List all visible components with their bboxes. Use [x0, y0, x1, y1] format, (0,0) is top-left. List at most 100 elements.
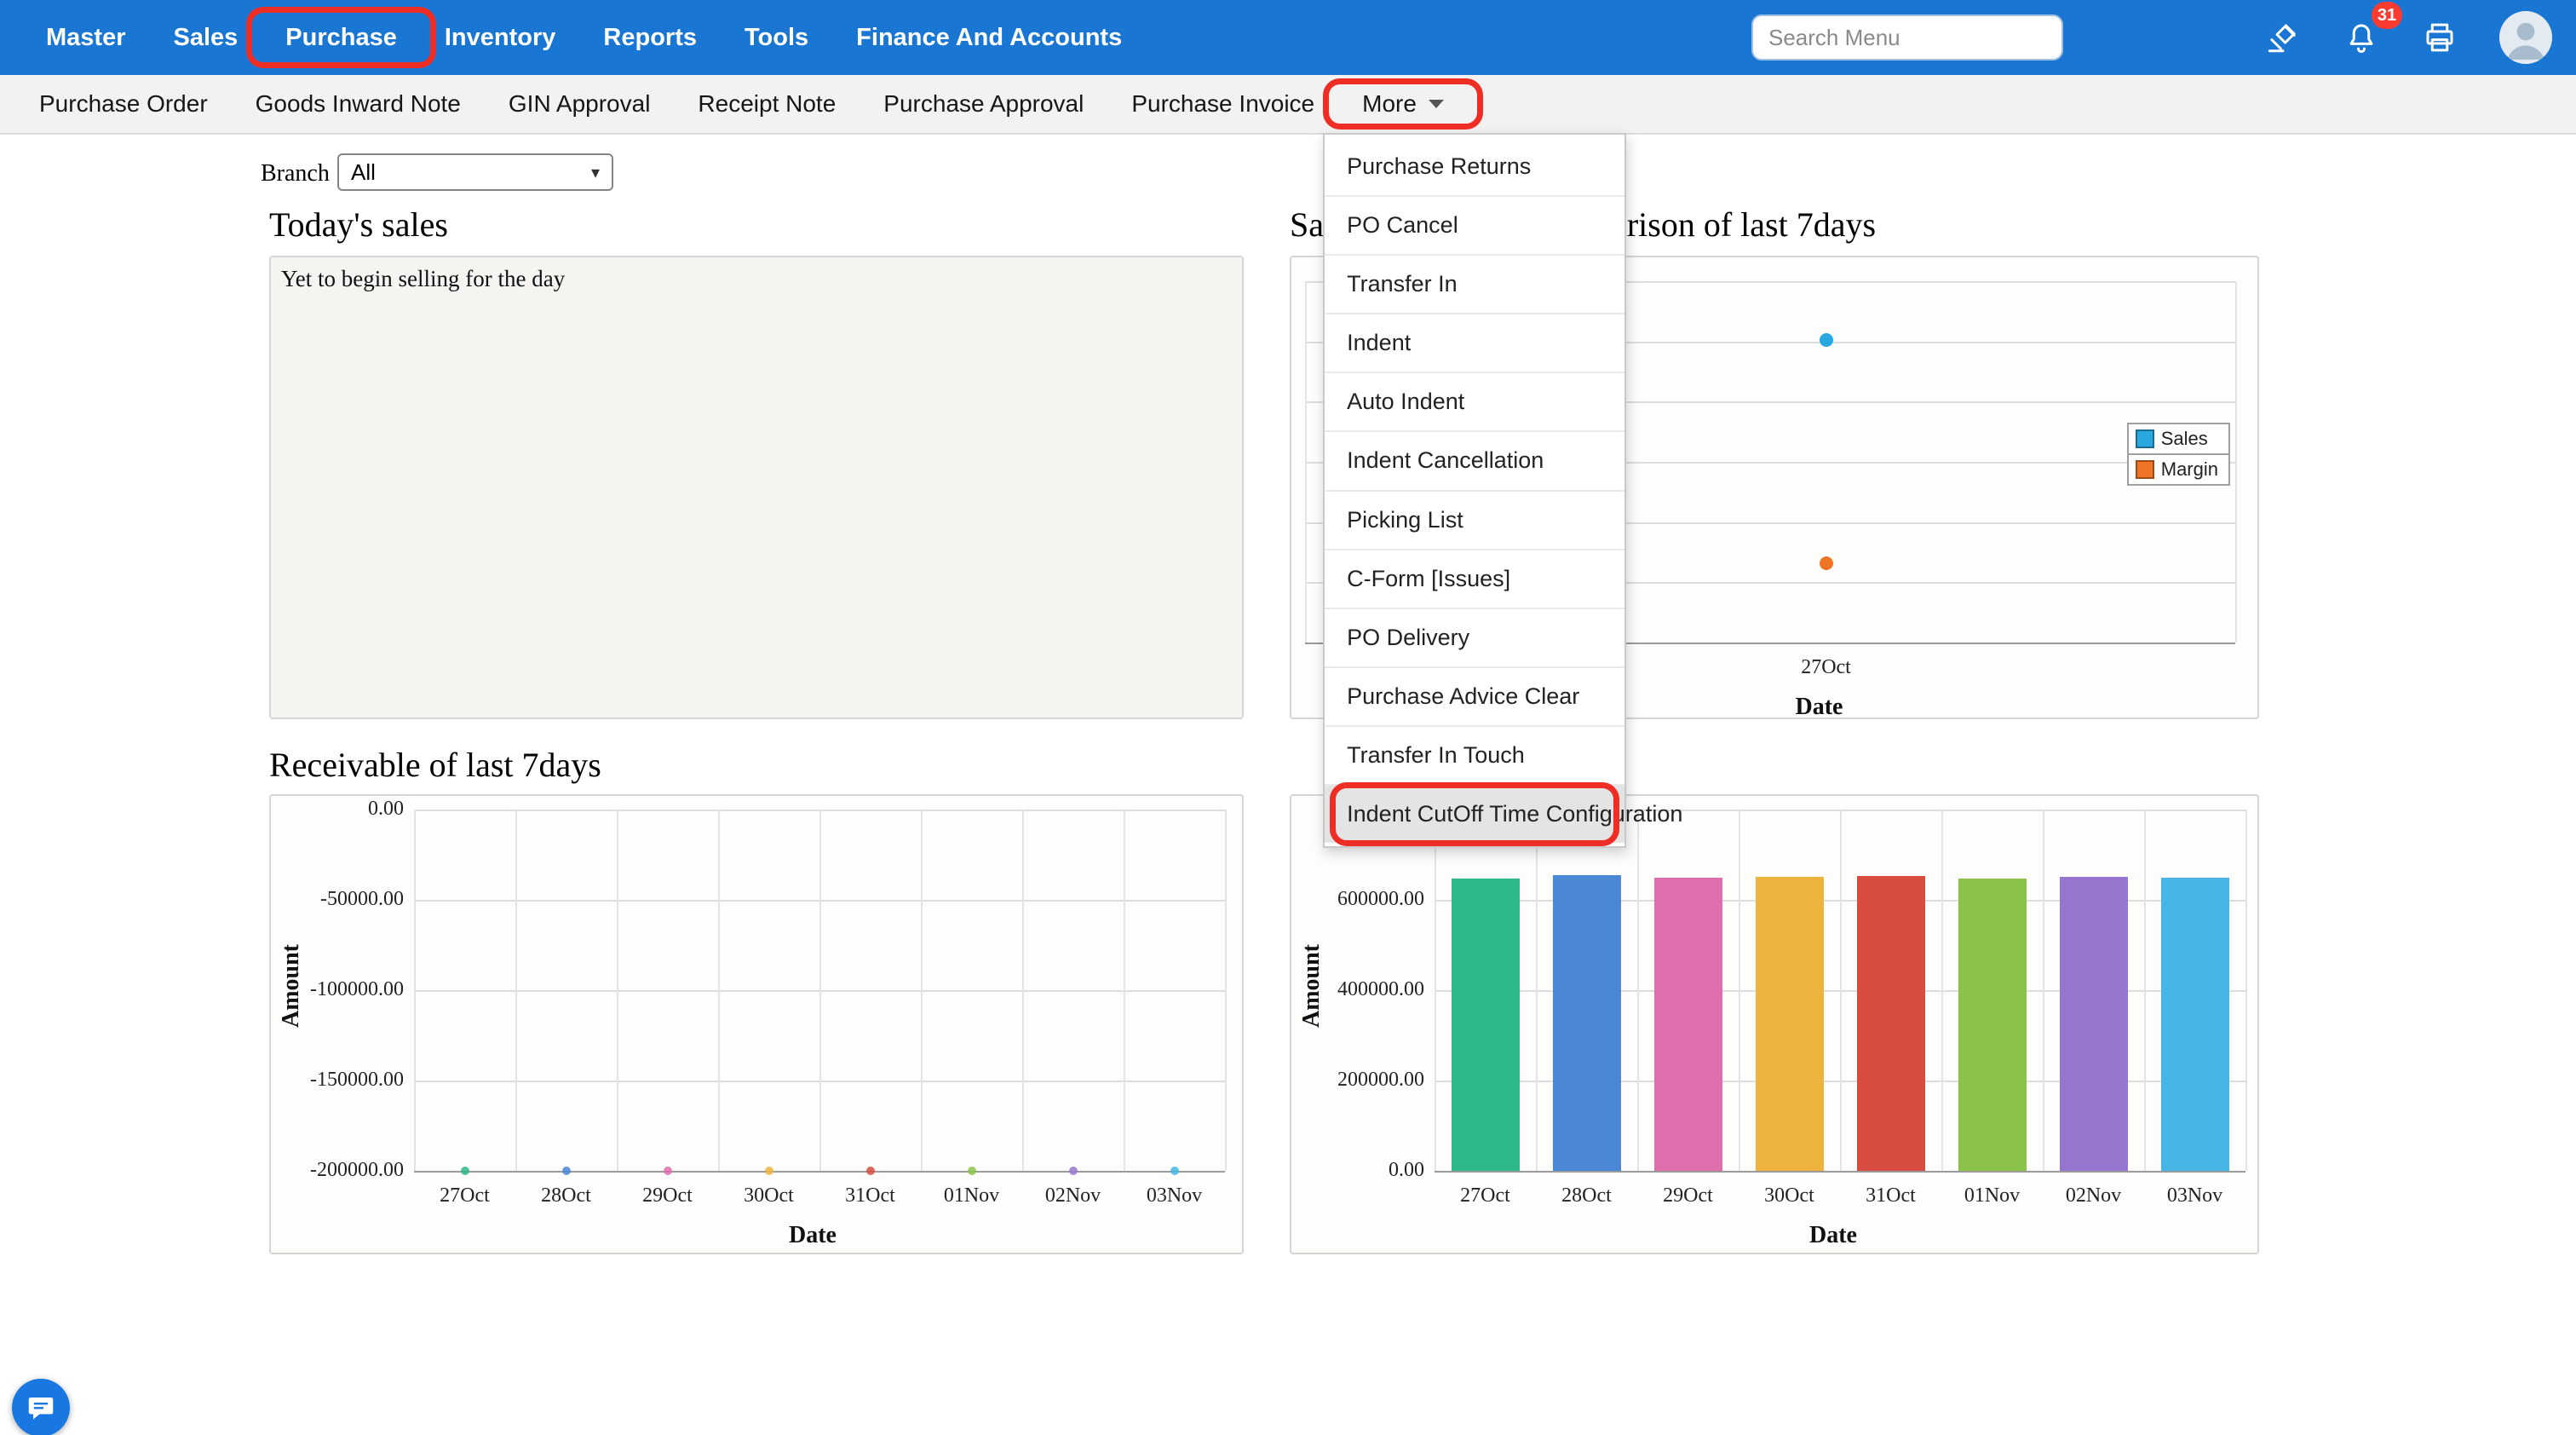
avatar[interactable]	[2499, 11, 2552, 64]
y-tick-label: -200000.00	[271, 1159, 404, 1182]
legend: Sales Margin	[2127, 424, 2230, 486]
subnav-item-label: More	[1362, 90, 1417, 118]
gridline	[1637, 810, 1639, 1171]
subnav-item-goods-inward-note[interactable]: Goods Inward Note	[232, 75, 485, 133]
menu-item-indent-cancellation[interactable]: Indent Cancellation	[1325, 430, 1624, 489]
branch-label: Branch	[261, 160, 330, 187]
x-tick-label: 29Oct	[1641, 1184, 1736, 1207]
topnav-right: 31	[1751, 11, 2552, 64]
menu-item-transfer-in[interactable]: Transfer In	[1325, 254, 1624, 313]
receivable-chart-title: Receivable of last 7days	[269, 745, 601, 785]
subnav-item-label: Receipt Note	[698, 90, 836, 118]
subnav-item-receipt-note[interactable]: Receipt Note	[674, 75, 860, 133]
gridline	[1739, 810, 1740, 1171]
sales-data-point	[1820, 333, 1833, 347]
subnav-item-purchase-approval[interactable]: Purchase Approval	[860, 75, 1107, 133]
y-tick-label: 0.00	[1291, 1159, 1424, 1182]
x-tick-label: 30Oct	[1742, 1184, 1837, 1207]
search-input[interactable]	[1751, 14, 2063, 61]
menu-item-label: Transfer In Touch	[1347, 742, 1525, 768]
x-tick-label: 28Oct	[1539, 1184, 1635, 1207]
bar-29oct	[1654, 878, 1722, 1172]
menu-item-purchase-returns[interactable]: Purchase Returns	[1325, 138, 1624, 195]
menu-item-purchase-advice-clear[interactable]: Purchase Advice Clear	[1325, 666, 1624, 725]
menu-item-transfer-in-touch[interactable]: Transfer In Touch	[1325, 725, 1624, 784]
menu-item-auto-indent[interactable]: Auto Indent	[1325, 372, 1624, 430]
chevron-down-icon: ▾	[591, 162, 600, 183]
menu-item-label: Purchase Returns	[1347, 153, 1531, 179]
data-point-01nov	[968, 1167, 976, 1175]
topnav-item-finance-and-accounts[interactable]: Finance And Accounts	[832, 0, 1146, 75]
x-tick-label: 27Oct	[1779, 656, 1874, 679]
topnav-item-label: Master	[46, 24, 126, 52]
gridline	[1124, 810, 1125, 1171]
menu-item-label: PO Cancel	[1347, 212, 1458, 238]
menu-item-c-form-issues[interactable]: C-Form [Issues]	[1325, 549, 1624, 608]
daily-sales-chart-panel: Amount600000.00400000.00200000.000.0027O…	[1290, 794, 2259, 1254]
subnav-item-more[interactable]: MorePurchase ReturnsPO CancelTransfer In…	[1338, 75, 1468, 133]
legend-item-sales[interactable]: Sales	[2127, 423, 2230, 455]
menu-item-indent-cutoff-time-configuration[interactable]: Indent CutOff Time Configuration	[1325, 784, 1624, 843]
menu-item-po-cancel[interactable]: PO Cancel	[1325, 195, 1624, 254]
menu-item-picking-list[interactable]: Picking List	[1325, 490, 1624, 549]
topnav: Master SalesPurchaseInventoryReports Tools…	[0, 0, 2576, 75]
topnav-item-inventory[interactable]: Inventory	[421, 0, 580, 75]
y-tick-label: 400000.00	[1291, 978, 1424, 1001]
sales-swatch-icon	[2136, 429, 2154, 448]
data-point-02nov	[1069, 1167, 1078, 1175]
branch-select[interactable]: All ▾	[337, 153, 613, 191]
legend-label: Margin	[2161, 458, 2218, 481]
menu-item-label: Picking List	[1347, 507, 1463, 533]
data-point-31oct	[866, 1167, 875, 1175]
menu-item-label: Transfer In	[1347, 271, 1458, 297]
menu-item-po-delivery[interactable]: PO Delivery	[1325, 608, 1624, 666]
margin-data-point	[1820, 556, 1833, 570]
today-sales-empty-message: Yet to begin selling for the day	[281, 266, 565, 292]
x-axis-line	[1435, 1171, 2245, 1173]
menu-item-indent[interactable]: Indent	[1325, 313, 1624, 372]
data-point-28oct	[562, 1167, 571, 1175]
topnav-item-purchase[interactable]: Purchase	[262, 0, 421, 75]
bar-02nov	[2060, 877, 2128, 1171]
subnav-item-gin-approval[interactable]: GIN Approval	[485, 75, 675, 133]
x-axis-label: Date	[1796, 694, 1843, 721]
topnav-item-master[interactable]: Master	[22, 0, 150, 75]
bell-icon	[2343, 20, 2379, 55]
today-sales-panel: Yet to begin selling for the day	[269, 256, 1244, 719]
gridline	[921, 810, 923, 1171]
x-axis-label: Date	[1809, 1222, 1857, 1249]
x-tick-label: 01Nov	[1945, 1184, 2040, 1207]
x-tick-label: 27Oct	[417, 1184, 513, 1207]
gridline	[2144, 810, 2146, 1171]
chat-button[interactable]	[12, 1379, 70, 1435]
topnav-item-sales[interactable]: Sales	[150, 0, 262, 75]
x-tick-label: 02Nov	[1026, 1184, 1121, 1207]
legend-label: Sales	[2161, 428, 2208, 450]
gridline	[1840, 810, 1842, 1171]
gridline	[1941, 810, 1943, 1171]
data-point-03nov	[1170, 1167, 1179, 1175]
legend-item-margin[interactable]: Margin	[2127, 453, 2230, 486]
today-sales-title: Today's sales	[269, 205, 448, 245]
subnav-item-purchase-order[interactable]: Purchase Order	[15, 75, 232, 133]
gridline	[1022, 810, 1024, 1171]
topnav-items: Master SalesPurchaseInventoryReports Tools…	[22, 0, 1146, 75]
gavel-icon	[2265, 20, 2301, 55]
y-tick-label: -50000.00	[271, 888, 404, 911]
data-point-29oct	[664, 1167, 672, 1175]
topnav-item-reports[interactable]: Reports	[579, 0, 721, 75]
topnav-item-label: Tools	[745, 24, 808, 52]
topnav-item-tools[interactable]: Tools	[721, 0, 832, 75]
subnav-item-purchase-invoice[interactable]: Purchase Invoice	[1107, 75, 1338, 133]
print-button[interactable]	[2418, 15, 2462, 60]
gridline	[819, 810, 821, 1171]
x-tick-label: 28Oct	[519, 1184, 614, 1207]
user-icon	[2499, 11, 2552, 64]
gavel-button[interactable]	[2261, 15, 2305, 60]
x-tick-label: 27Oct	[1438, 1184, 1533, 1207]
y-tick-label: 0.00	[271, 798, 404, 821]
subnav: Purchase OrderGoods Inward NoteGIN Appro…	[0, 75, 2576, 135]
y-tick-label: 600000.00	[1291, 888, 1424, 911]
notifications-button[interactable]: 31	[2339, 15, 2383, 60]
branch-select-value: All	[351, 159, 376, 186]
